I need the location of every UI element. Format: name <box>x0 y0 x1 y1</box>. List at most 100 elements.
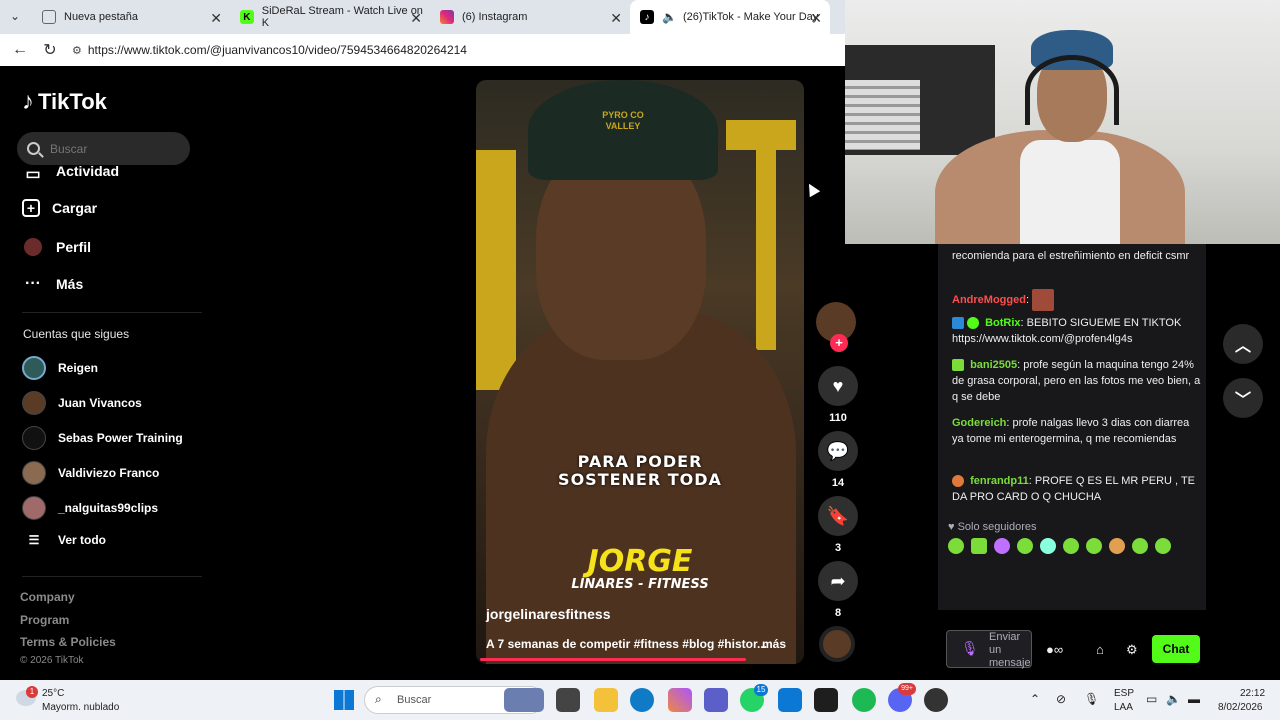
teams-icon[interactable] <box>704 688 728 712</box>
language-indicator-bottom[interactable]: LAA <box>1114 702 1133 713</box>
comment-button[interactable]: 💬 14 <box>816 431 860 489</box>
address-bar: ← ↻ ⚙ https://www.tiktok.com/@juanvivanc… <box>0 34 846 66</box>
view-all-link[interactable]: ☰ Ver todo <box>22 533 106 547</box>
settings-gear-icon[interactable]: ⚙ <box>1126 642 1138 658</box>
account-item[interactable]: _nalguitas99clips <box>22 496 158 520</box>
search-box[interactable] <box>17 132 190 165</box>
send-chat-button[interactable]: Chat <box>1152 635 1200 663</box>
account-item[interactable]: Reigen <box>22 356 98 380</box>
chat-message: Godereich: profe nalgas llevo 3 dias con… <box>952 417 1190 445</box>
heart-icon: ♥ <box>948 521 955 533</box>
microphone-icon[interactable]: 🎙 <box>961 640 979 657</box>
music-disc-icon[interactable] <box>819 626 855 662</box>
close-tab-icon[interactable]: ✕ <box>410 10 422 27</box>
close-tab-icon[interactable]: ✕ <box>610 10 622 27</box>
search-highlight-icon <box>504 688 544 712</box>
avatar <box>22 461 46 485</box>
comment-count: 14 <box>831 477 845 489</box>
chat-username[interactable]: Godereich <box>952 417 1006 429</box>
emote-icon[interactable] <box>994 538 1010 554</box>
instagram-icon <box>440 10 454 24</box>
reload-icon[interactable]: ↻ <box>40 40 60 60</box>
chat-username[interactable]: bani2505 <box>970 359 1017 371</box>
close-tab-icon[interactable]: ✕ <box>810 10 822 27</box>
gift-icon[interactable]: ⌂ <box>1096 642 1104 657</box>
network-icon[interactable]: ▭ <box>1146 692 1157 706</box>
account-item[interactable]: Valdiviezo Franco <box>22 461 159 485</box>
account-name: Reigen <box>58 361 99 375</box>
sidebar-divider <box>22 576 202 577</box>
microphone-icon[interactable]: 🎙 <box>1084 692 1099 706</box>
speaker-icon[interactable]: 🔈 <box>662 10 677 24</box>
tab-kick[interactable]: K SiDeRaL Stream - Watch Live on K ✕ <box>230 0 430 34</box>
sidebar-item-upload[interactable]: + Cargar <box>22 199 97 217</box>
clock-date[interactable]: 8/02/2026 <box>1218 702 1263 713</box>
tab-list-chevron-icon[interactable]: ⌄ <box>10 9 20 23</box>
follow-plus-icon[interactable]: + <box>830 334 848 352</box>
dropbox-icon[interactable] <box>814 688 838 712</box>
weather-widget[interactable]: 1 25°C Mayorm. nublado <box>14 686 154 716</box>
avatar <box>22 496 46 520</box>
emote-icon[interactable] <box>1040 538 1056 554</box>
list-icon: ☰ <box>28 533 40 547</box>
language-indicator-top[interactable]: ESP <box>1114 688 1134 699</box>
search-input[interactable] <box>50 141 170 156</box>
windows-start-icon[interactable] <box>334 690 354 710</box>
footer-link-program[interactable]: Program <box>20 613 69 627</box>
emote-icon[interactable] <box>948 538 964 554</box>
store-icon[interactable] <box>778 688 802 712</box>
footer-link-company[interactable]: Company <box>20 590 75 604</box>
sidebar-item-activity[interactable]: ▭ Actividad <box>22 166 119 182</box>
volume-icon[interactable]: 🔈 <box>1166 692 1181 706</box>
chevron-up-icon[interactable]: ⌃ <box>1030 692 1040 706</box>
video-player[interactable]: PYRO CO VALLEY PARA PODER SOSTENER TODA … <box>476 80 804 664</box>
emote-icon[interactable] <box>1109 538 1125 554</box>
emote-icon[interactable] <box>1063 538 1079 554</box>
obs-icon[interactable] <box>924 688 948 712</box>
copyright: © 2026 TikTok <box>20 655 84 666</box>
tab-tiktok[interactable]: ♪ 🔈 (26)TikTok - Make Your Day ✕ <box>630 0 830 34</box>
like-button[interactable]: ♥ 110 <box>816 366 860 424</box>
account-item[interactable]: Sebas Power Training <box>22 426 183 450</box>
chat-input[interactable]: 🎙 Enviar un mensaje <box>946 630 1032 669</box>
video-author[interactable]: jorgelinaresfitness <box>486 606 611 622</box>
video-progress-bar[interactable] <box>480 658 746 661</box>
peach-badge-icon <box>952 475 964 488</box>
more-link[interactable]: más <box>762 637 786 651</box>
emote-icon[interactable] <box>1132 538 1148 554</box>
previous-video-button[interactable]: ︿ <box>1223 324 1263 364</box>
edge-icon[interactable] <box>630 688 654 712</box>
emote-icon[interactable] <box>1086 538 1102 554</box>
followers-only-notice: ♥ Solo seguidores <box>948 519 1036 535</box>
emote-icon[interactable] <box>971 538 987 554</box>
file-explorer-icon[interactable] <box>594 688 618 712</box>
emote-icon[interactable] <box>1155 538 1171 554</box>
save-button[interactable]: 🔖 3 <box>816 496 860 554</box>
tiktok-logo[interactable]: ♪ TikTok <box>22 88 107 116</box>
copilot-icon[interactable] <box>668 688 692 712</box>
account-item[interactable]: Juan Vivancos <box>22 391 142 415</box>
chat-username[interactable]: AndreMogged <box>952 294 1026 306</box>
tab-instagram[interactable]: (6) Instagram ✕ <box>430 0 630 34</box>
sidebar-item-profile[interactable]: Perfil <box>22 236 91 258</box>
back-icon[interactable]: ← <box>10 41 30 59</box>
sidebar-item-more[interactable]: ··· Más <box>22 273 83 295</box>
battery-icon[interactable]: ▬ <box>1188 692 1200 706</box>
chat-username[interactable]: BotRix <box>985 317 1020 329</box>
share-button[interactable]: ➦ 8 <box>816 561 860 619</box>
spotify-icon[interactable] <box>852 688 876 712</box>
clock-time[interactable]: 22:12 <box>1240 688 1265 699</box>
footer-link-terms[interactable]: Terms & Policies <box>20 635 116 649</box>
site-info-icon[interactable]: ⚙ <box>72 44 82 57</box>
tab-new-tab[interactable]: Nueva pestaña ✕ <box>32 0 230 34</box>
emote-picker-icon[interactable]: ●∞ <box>1046 642 1063 657</box>
close-tab-icon[interactable]: ✕ <box>210 10 222 27</box>
next-video-button[interactable]: ﹀ <box>1223 378 1263 418</box>
security-icon[interactable]: ⊘ <box>1056 692 1066 706</box>
emote-icon[interactable] <box>1017 538 1033 554</box>
emote-image <box>1032 289 1055 311</box>
person-cap: PYRO CO VALLEY <box>528 80 718 180</box>
task-view-icon[interactable] <box>556 688 580 712</box>
chat-username[interactable]: fenrandp11 <box>970 475 1029 487</box>
url-field[interactable]: https://www.tiktok.com/@juanvivancos10/v… <box>88 43 467 57</box>
